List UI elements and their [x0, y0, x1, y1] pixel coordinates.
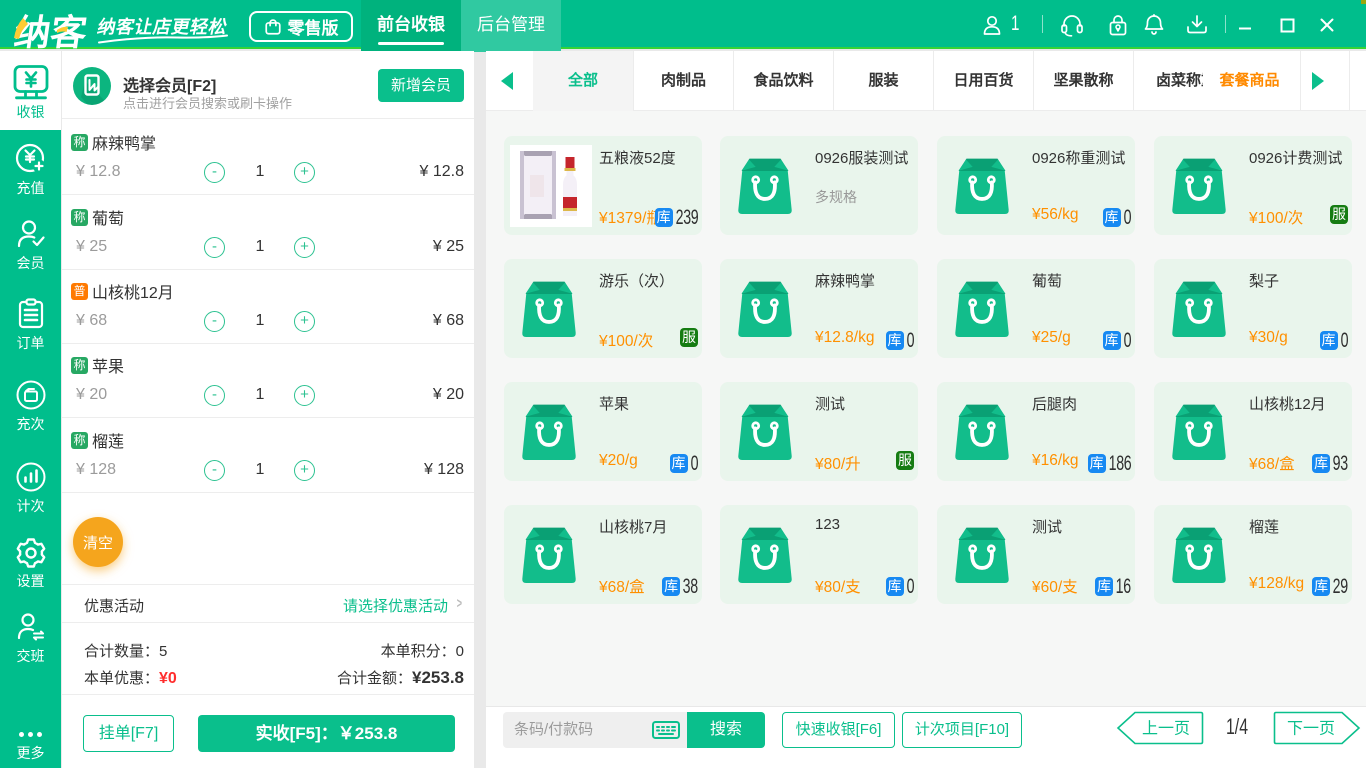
svg-text:下一页: 下一页 — [1287, 721, 1335, 738]
svg-text:上一页: 上一页 — [1142, 720, 1190, 738]
